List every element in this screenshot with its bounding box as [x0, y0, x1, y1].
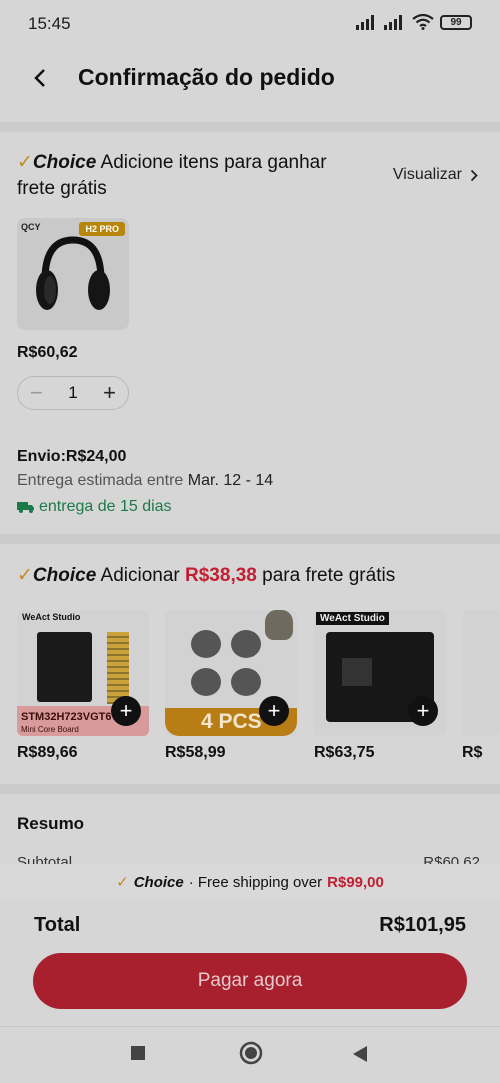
bag-shape	[265, 610, 293, 640]
truck-icon	[17, 502, 34, 513]
recommend-item-image: WeAct Studio STM32H723VGT6 Mini Core Boa…	[17, 610, 149, 736]
choice-check-icon: ✓	[17, 152, 33, 173]
recommend-title: ✓Choice Adicionar R$38,38 para frete grá…	[17, 564, 395, 587]
quantity-stepper: − 1 +	[17, 376, 129, 410]
divider	[0, 784, 500, 794]
choice-check-icon: ✓	[116, 874, 129, 891]
recommend-item-price: R$63,75	[314, 744, 375, 761]
add-to-cart-button[interactable]: +	[111, 696, 141, 726]
pin-header-shape	[107, 632, 129, 704]
recommend-amount: R$38,38	[185, 565, 257, 586]
add-to-cart-button[interactable]: +	[408, 696, 438, 726]
add-to-cart-button[interactable]: +	[259, 696, 289, 726]
decrease-button[interactable]: −	[30, 382, 43, 404]
recommend-item-image: WeAct Studio +	[314, 610, 446, 736]
status-time: 15:45	[28, 14, 71, 33]
recommend-item-image: 4 PCS +	[165, 610, 297, 736]
item-brand-label: WeAct Studio	[316, 612, 389, 625]
recommend-item[interactable]: WeAct Studio STM32H723VGT6 Mini Core Boa…	[17, 610, 149, 762]
choice-brand: Choice	[32, 152, 97, 173]
pad-shape	[191, 668, 221, 696]
quantity-value[interactable]: 1	[68, 383, 77, 403]
recommend-section: ✓Choice Adicionar R$38,38 para frete grá…	[0, 544, 500, 784]
recent-apps-icon[interactable]	[130, 1045, 146, 1061]
recommend-prefix: Adicionar	[100, 565, 180, 586]
delivery-estimate: Entrega estimada entre Mar. 12 - 14	[17, 472, 273, 490]
status-icons: 99	[356, 14, 472, 30]
status-bar: 15:45 99	[0, 0, 500, 48]
total-label: Total	[34, 914, 81, 936]
back-nav-icon[interactable]	[352, 1045, 368, 1063]
free-shipping-banner: ✓ Choice · Free shipping over R$99,00	[0, 864, 500, 900]
increase-button[interactable]: +	[103, 382, 116, 404]
estimate-dates: Mar. 12 - 14	[187, 472, 274, 489]
headphones-icon	[36, 236, 110, 310]
promo-amount: R$99,00	[327, 873, 384, 891]
wifi-icon	[412, 14, 434, 30]
recommend-item[interactable]: R$	[462, 610, 500, 762]
choice-brand: Choice	[32, 565, 97, 586]
item-brand-label: WeAct Studio	[22, 612, 81, 622]
divider	[0, 122, 500, 132]
system-nav-bar	[0, 1026, 500, 1083]
pay-now-button[interactable]: Pagar agora	[33, 953, 467, 1009]
view-button[interactable]: Visualizar	[393, 166, 478, 184]
estimate-prefix: Entrega estimada entre	[17, 472, 184, 489]
chip-shape	[342, 658, 372, 686]
signal-icon-2	[384, 15, 402, 30]
product-image[interactable]: QCY H2 PRO	[17, 218, 129, 330]
board-shape	[37, 632, 92, 702]
delivery-days-text: entrega de 15 dias	[39, 498, 172, 515]
back-arrow-icon[interactable]	[26, 64, 54, 92]
recommend-item-image	[462, 610, 500, 736]
pad-shape	[231, 668, 261, 696]
item-sub-label: Mini Core Board	[21, 725, 79, 734]
summary-section: Resumo Subtotal R$60,62	[0, 794, 500, 874]
item-count-label: 4 PCS	[201, 710, 262, 733]
pad-shape	[191, 630, 221, 658]
recommend-item[interactable]: 4 PCS + R$58,99	[165, 610, 297, 762]
recommend-item-price: R$58,99	[165, 744, 226, 761]
recommend-suffix: para frete grátis	[262, 565, 396, 586]
promo-brand: Choice	[133, 873, 184, 891]
recommend-item-price: R$89,66	[17, 744, 78, 761]
shipping-cost: Envio:R$24,00	[17, 448, 127, 465]
promo-text: · Free shipping over	[188, 873, 323, 891]
total-value: R$101,95	[379, 914, 466, 936]
summary-title: Resumo	[17, 814, 85, 833]
checkout-panel: ✓ Choice · Free shipping over R$99,00 Tot…	[0, 864, 500, 1083]
choice-check-icon: ✓	[17, 565, 33, 586]
signal-icon	[356, 15, 374, 30]
delivery-days: entrega de 15 dias	[17, 498, 172, 516]
divider	[0, 534, 500, 544]
battery-icon: 99	[440, 14, 472, 30]
choice-section: ✓Choice Adicione itens para ganhar frete…	[0, 132, 500, 534]
view-label: Visualizar	[392, 166, 462, 183]
pad-shape	[231, 630, 261, 658]
product-price: R$60,62	[17, 344, 78, 361]
page-title: Confirmação do pedido	[78, 64, 335, 90]
choice-section-title: ✓Choice Adicione itens para ganhar frete…	[17, 150, 367, 202]
recommend-item-price: R$	[462, 744, 483, 761]
recommend-item[interactable]: WeAct Studio + R$63,75	[314, 610, 446, 762]
header: Confirmação do pedido	[0, 48, 500, 122]
chevron-right-icon	[470, 169, 478, 181]
home-icon[interactable]	[239, 1041, 263, 1065]
item-model-label: STM32H723VGT6	[21, 711, 112, 723]
